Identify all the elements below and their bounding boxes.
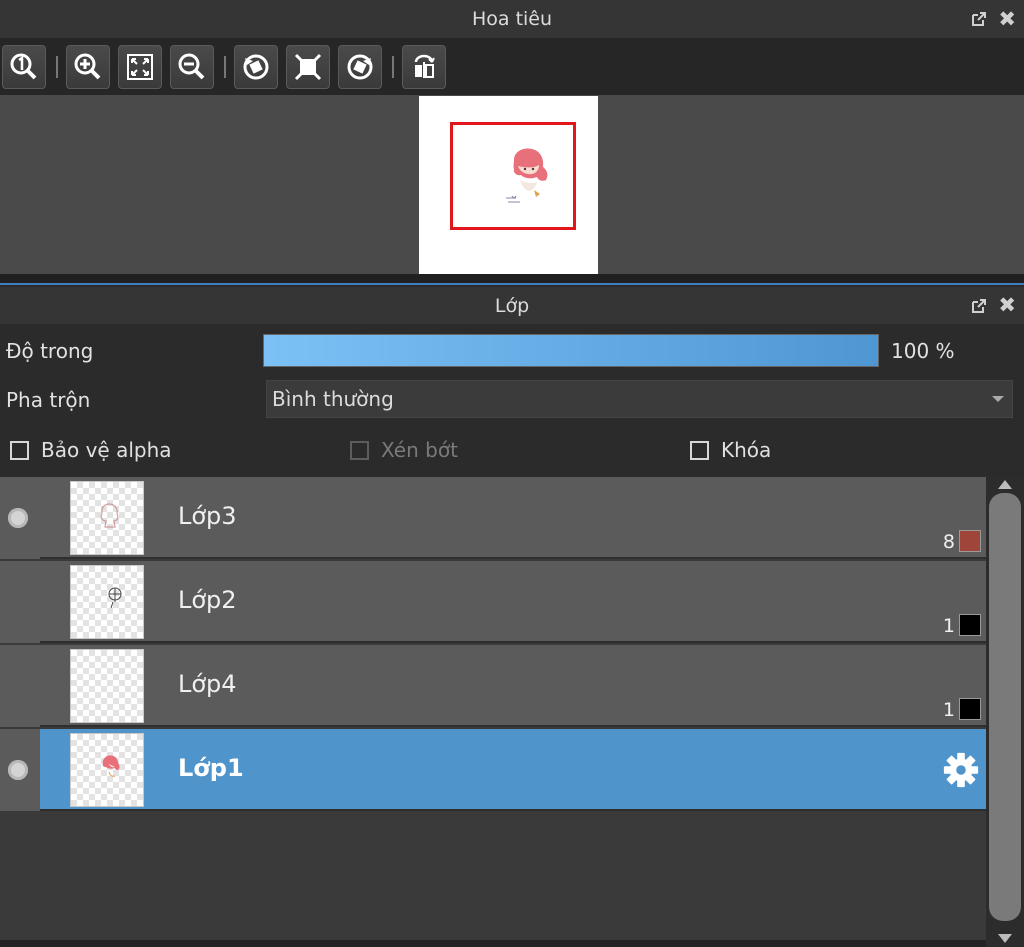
layer-thumbnail bbox=[70, 565, 144, 639]
flip-horizontal-button[interactable] bbox=[402, 44, 446, 89]
navigator-toolbar bbox=[0, 38, 1024, 95]
protect-alpha-checkbox[interactable]: Bảo vệ alpha bbox=[10, 438, 172, 462]
blend-mode-select[interactable]: Bình thường bbox=[266, 380, 1013, 418]
scroll-down-arrow-icon[interactable] bbox=[998, 934, 1012, 943]
layer-name[interactable]: Lớp4 bbox=[178, 670, 237, 698]
layer-thumbnail bbox=[70, 733, 144, 807]
gear-icon[interactable] bbox=[942, 751, 980, 789]
navigator-title-bar: Hoa tiêu ✖ bbox=[0, 0, 1024, 38]
navigator-window-controls: ✖ bbox=[970, 0, 1016, 38]
clipping-label: Xén bớt bbox=[381, 438, 458, 462]
scroll-thumb[interactable] bbox=[989, 493, 1021, 921]
visibility-eye-icon[interactable] bbox=[8, 760, 28, 780]
rotate-left-button[interactable] bbox=[234, 44, 278, 89]
layer-name[interactable]: Lớp1 bbox=[178, 754, 244, 782]
toolbar-separator bbox=[224, 55, 226, 78]
zoom-in-icon bbox=[74, 53, 101, 79]
flip-horizontal-icon bbox=[414, 54, 435, 78]
popout-icon[interactable] bbox=[970, 10, 988, 28]
fit-screen-button[interactable] bbox=[118, 44, 162, 89]
toolbar-separator bbox=[56, 55, 58, 78]
layer-color-swatch[interactable] bbox=[959, 530, 981, 552]
protect-alpha-label: Bảo vệ alpha bbox=[41, 438, 172, 462]
layer-color-swatch[interactable] bbox=[959, 614, 981, 636]
lock-checkbox[interactable]: Khóa bbox=[690, 438, 771, 462]
layer-title-bar: Lớp ✖ bbox=[0, 287, 1024, 324]
opacity-label: Độ trong bbox=[6, 339, 94, 363]
checkbox-box[interactable] bbox=[10, 440, 29, 460]
visibility-eye-icon[interactable] bbox=[8, 508, 28, 528]
chevron-down-icon bbox=[992, 396, 1004, 402]
popout-icon[interactable] bbox=[970, 297, 988, 315]
layer-bottom-toolbar bbox=[0, 940, 986, 947]
character-drawing-thumbnail bbox=[506, 148, 548, 203]
scroll-up-arrow-icon[interactable] bbox=[998, 480, 1012, 489]
opacity-slider[interactable] bbox=[263, 334, 879, 367]
layer-row-lop2[interactable]: Lớp2 1 bbox=[0, 561, 986, 643]
layer-list-scrollbar[interactable] bbox=[986, 477, 1024, 947]
navigator-canvas-preview[interactable] bbox=[419, 96, 598, 274]
layer-name[interactable]: Lớp3 bbox=[178, 502, 237, 530]
layer-visibility-cell[interactable] bbox=[0, 561, 40, 643]
layer-count: 1 bbox=[942, 615, 955, 637]
layer-window-controls: ✖ bbox=[970, 287, 1016, 324]
zoom-out-icon bbox=[178, 53, 205, 79]
reset-rotation-button[interactable] bbox=[286, 44, 330, 89]
rotate-left-icon bbox=[243, 54, 269, 79]
checkbox-box[interactable] bbox=[690, 440, 709, 460]
close-icon[interactable]: ✖ bbox=[998, 8, 1016, 30]
panel-splitter[interactable] bbox=[0, 274, 1024, 285]
close-icon[interactable]: ✖ bbox=[998, 295, 1016, 316]
layer-color-swatch[interactable] bbox=[959, 698, 981, 720]
layer-thumbnail bbox=[70, 649, 144, 723]
opacity-value: 100 % bbox=[891, 339, 955, 363]
lock-label: Khóa bbox=[721, 438, 772, 462]
layer-visibility-cell[interactable] bbox=[0, 477, 40, 559]
layer-visibility-cell[interactable] bbox=[0, 645, 40, 727]
blend-mode-value: Bình thường bbox=[272, 387, 394, 411]
layer-name[interactable]: Lớp2 bbox=[178, 586, 237, 614]
layer-row-lop3[interactable]: Lớp3 8 bbox=[0, 477, 986, 559]
layer-list: Lớp3 8 Lớp2 1 Lớp4 1 Lớp1 bbox=[0, 477, 986, 947]
layer-panel-title: Lớp bbox=[494, 294, 530, 317]
rotate-right-button[interactable] bbox=[338, 44, 382, 89]
layer-row-lop1[interactable]: Lớp1 bbox=[0, 729, 986, 811]
navigator-title: Hoa tiêu bbox=[471, 8, 553, 30]
layer-count: 1 bbox=[942, 699, 955, 721]
toolbar-separator bbox=[392, 55, 394, 78]
zoom-actual-button[interactable] bbox=[2, 44, 46, 89]
blend-label: Pha trộn bbox=[6, 388, 91, 412]
fit-screen-icon bbox=[127, 53, 153, 80]
zoom-actual-icon bbox=[10, 53, 37, 79]
layer-count: 8 bbox=[942, 531, 955, 553]
layer-row-lop4[interactable]: Lớp4 1 bbox=[0, 645, 986, 727]
reset-rotation-icon bbox=[294, 53, 322, 80]
layer-visibility-cell[interactable] bbox=[0, 729, 40, 811]
checkbox-box[interactable] bbox=[350, 440, 369, 460]
layer-thumbnail bbox=[70, 481, 144, 555]
navigator-view[interactable] bbox=[0, 95, 1024, 274]
rotate-right-icon bbox=[347, 54, 373, 79]
clipping-checkbox[interactable]: Xén bớt bbox=[350, 438, 458, 462]
zoom-out-button[interactable] bbox=[170, 44, 214, 89]
zoom-in-button[interactable] bbox=[66, 44, 110, 89]
